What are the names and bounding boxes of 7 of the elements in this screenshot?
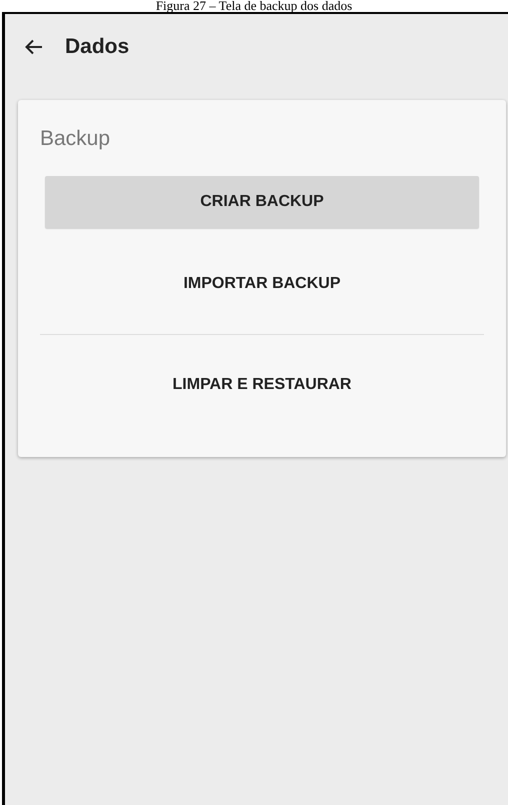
figure-caption: Figura 27 – Tela de backup dos dados <box>156 0 352 12</box>
create-backup-button[interactable]: CRIAR BACKUP <box>45 176 479 228</box>
section-title: Backup <box>40 128 112 149</box>
screen-title: Dados <box>65 34 130 60</box>
text-button[interactable]: LIMPAR E RESTAURAR <box>40 335 484 435</box>
text-button[interactable]: IMPORTAR BACKUP <box>40 234 484 334</box>
back-arrow-icon[interactable] <box>25 39 43 55</box>
